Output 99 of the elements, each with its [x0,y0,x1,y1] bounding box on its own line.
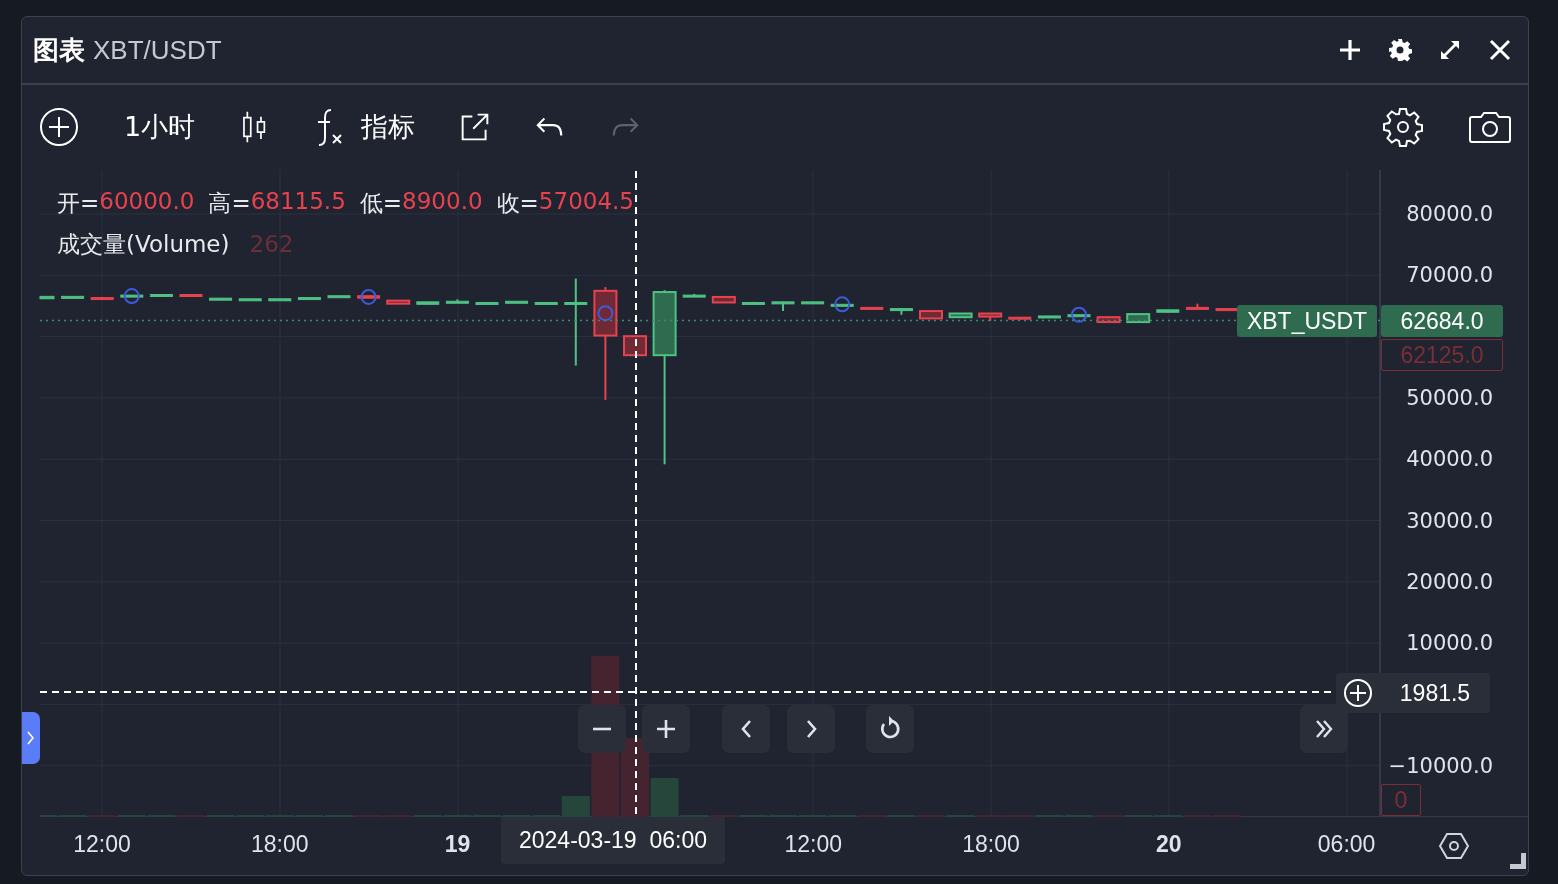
candlestick [682,292,706,298]
candlestick [801,300,825,305]
add-circle-icon[interactable] [39,107,79,147]
price-axis-label: 20000.0 [1405,568,1493,596]
candlestick [830,303,854,307]
legend-label: 开= [57,189,100,218]
candlestick [741,300,765,306]
indicators-button[interactable]: 指标 [315,107,416,147]
zoom-in-button[interactable] [642,705,690,753]
candlestick [1008,316,1032,321]
price-axis-label: 50000.0 [1405,384,1493,412]
candlestick [39,295,55,300]
candlestick [475,301,499,305]
legend-label: 高= [208,189,251,218]
crosshair-price-label: 1981.5 [1380,673,1490,713]
candlestick [1096,316,1121,324]
volume-marker: 0 [1381,784,1421,816]
settings-icon[interactable] [1388,38,1412,62]
add-alert-button[interactable] [1336,673,1380,713]
candlestick [120,294,144,298]
time-axis-label: 18:00 [962,831,1020,858]
resize-handle-icon[interactable] [1510,853,1526,869]
minus-icon [592,727,612,731]
legend-label: 成交量(Volume) [57,230,230,259]
price-axis-label: −10000.0 [1387,752,1493,780]
time-axis-label: 06:00 [1317,831,1376,858]
marker-circle [597,305,614,322]
scroll-to-end-button[interactable] [1300,705,1348,753]
price-axis-label: 40000.0 [1405,446,1493,474]
price-axis-label: 70000.0 [1405,262,1493,290]
price-axis-label: 80000.0 [1405,201,1493,228]
candlestick [1037,314,1061,319]
candlestick [505,300,529,304]
settings-icon[interactable] [1439,831,1469,861]
candlestick [1215,307,1239,312]
scroll-right-button[interactable] [787,705,835,753]
candlestick [948,312,973,319]
symbol-label: XBT_USDT [1237,305,1377,337]
candlestick [297,296,321,301]
expand-icon[interactable] [1438,38,1462,62]
marker-circle [1071,306,1087,323]
candlestick [1156,308,1180,314]
marker-circle [360,288,377,305]
marker-circle [834,296,851,313]
legend-label: 低= [359,189,403,218]
candlestick [889,307,913,316]
candlestick [327,294,351,299]
candlestick [1067,313,1091,318]
candlestick [711,295,736,304]
window-title: XBT/USDT [93,34,222,66]
close-icon[interactable] [1488,38,1512,62]
chevron-right-icon [805,720,817,738]
candlestick [919,310,943,320]
candlestick [268,297,292,302]
scroll-left-button[interactable] [722,705,770,753]
candlestick [238,297,262,302]
candlestick [771,300,795,313]
price-marker: 62125.0 [1381,339,1503,371]
candlestick [179,293,203,297]
candlestick [534,301,558,305]
legend-value: 57004.5 [538,188,634,216]
candlestick [149,293,173,297]
time-axis-label: 20 [1156,831,1182,858]
candlestick [416,300,440,306]
side-panel-toggle[interactable] [22,712,40,764]
candlestick [209,297,233,301]
chevron-left-icon [740,720,752,738]
candlestick [386,299,411,305]
candlestick [445,298,469,304]
legend-value: 68115.5 [250,188,346,216]
candlestick [623,335,647,357]
add-icon[interactable] [1338,38,1362,62]
time-axis-label: 12:00 [784,831,842,858]
candlestick [978,312,1003,322]
interval-button[interactable]: 1小时 [124,109,196,145]
legend-label: 收= [496,189,539,218]
crosshair-time-label: 2024-03-19 06:00 [501,817,725,864]
settings-icon[interactable] [1383,107,1423,147]
candlestick [90,296,114,301]
time-axis-label: 18:00 [251,831,309,858]
marker-circle [123,288,140,305]
candlestick [61,295,85,299]
legend-value: 60000.0 [99,188,195,216]
reset-button[interactable] [866,705,914,753]
add-circle-icon [1343,678,1373,708]
candlestick [357,294,381,300]
price-axis-label: 10000.0 [1405,630,1493,658]
last-price-label: 62684.0 [1381,305,1503,337]
legend-value: 262 [249,231,294,257]
camera-icon[interactable] [1468,110,1512,144]
time-axis-label: 12:00 [73,831,131,858]
time-axis-label: 19 [444,831,471,858]
window-title-prefix: 图表 [33,33,85,67]
candlestick [1185,302,1209,310]
price-axis-label: 30000.0 [1405,507,1493,535]
legend-value: 8900.0 [402,188,483,216]
candlestick [860,306,884,311]
chevron-right-icon [27,731,35,745]
candlestick [1126,313,1151,324]
